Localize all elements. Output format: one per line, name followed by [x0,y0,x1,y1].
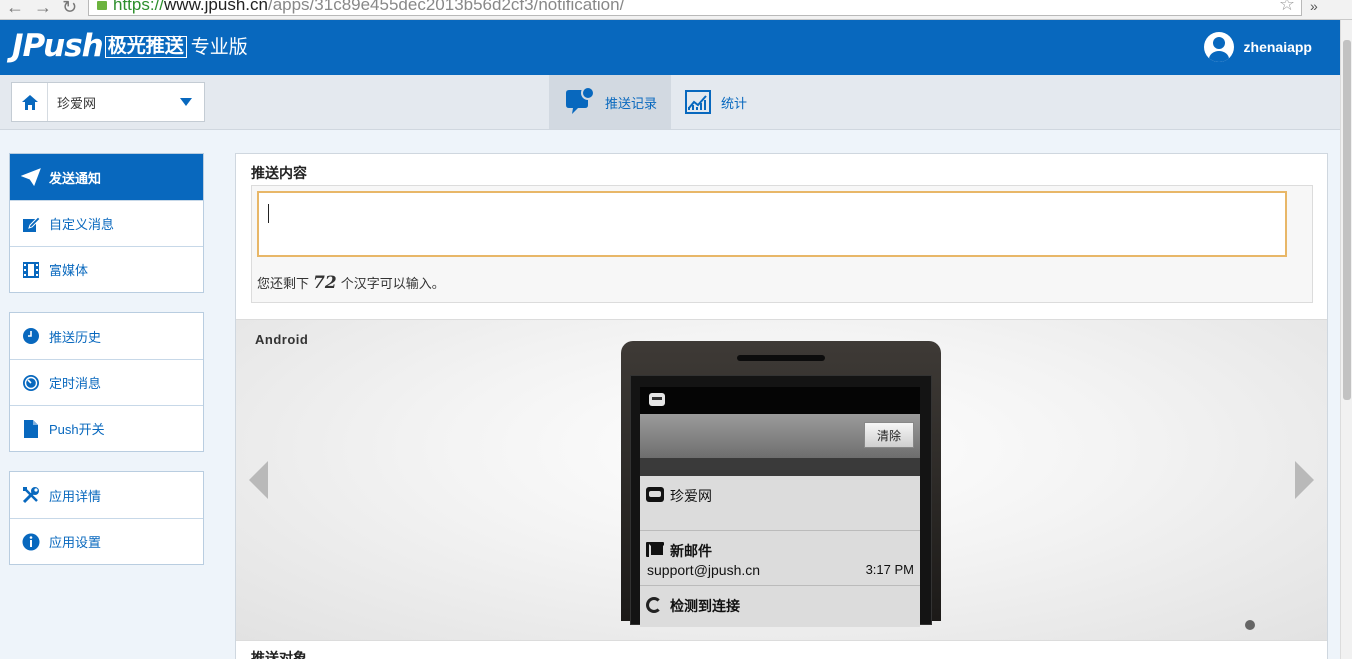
edit-icon [21,214,41,234]
message-icon [649,393,665,406]
platform-label: Android [255,332,309,347]
sidebar-group-send: 发送通知 自定义消息 富媒体 [9,153,204,293]
chat-bubble-icon [566,87,595,114]
phone-screen: 清除 珍爱网 新邮件 support@jpush.cn 3:17 PM 检测到连… [640,387,920,627]
phone-status-bar [640,387,920,414]
notification-title: 检测到连接 [670,598,740,614]
chevron-down-icon[interactable] [180,98,192,106]
sidebar-item-app-details[interactable]: 应用详情 [10,472,203,518]
notification-title: 珍爱网 [670,488,712,504]
sidebar-item-push-history[interactable]: 推送历史 [10,313,203,359]
carousel-dot[interactable] [1245,620,1255,630]
sidebar-item-label: 应用设置 [49,535,102,550]
paper-plane-icon [21,167,41,187]
sidebar-item-label: Push开关 [49,422,105,437]
tools-icon [21,485,41,505]
app-name: 珍爱网 [57,95,97,111]
text-cursor [268,204,269,223]
page-scrollbar[interactable] [1340,20,1352,659]
notification-item: 检测到连接 [640,586,920,627]
clock-icon [21,326,41,346]
sidebar-item-app-settings[interactable]: 应用设置 [10,518,203,564]
reload-icon[interactable]: ↻ [62,0,77,18]
user-menu[interactable]: zhenaiapp [1203,32,1312,62]
next-arrow-icon[interactable] [1295,461,1314,499]
app-selector[interactable]: 珍爱网 [11,82,205,122]
jpush-logo[interactable]: JPush 极光推送 专业版 [12,28,248,64]
mail-icon [646,542,665,557]
clear-button[interactable]: 清除 [864,422,914,448]
top-tabs: 推送记录 统计 [549,75,761,129]
content-section-title: 推送内容 [251,165,307,181]
preview-area: Android 清除 珍爱网 新邮件 support@jpush.cn 3:17… [236,319,1327,641]
char-counter: 您还剩下 72 个汉字可以输入。 [257,273,445,293]
home-icon[interactable] [12,83,48,121]
notification-title: 新邮件 [670,543,712,559]
forward-icon[interactable]: → [34,0,52,18]
tab-label: 推送记录 [605,95,658,111]
address-bar[interactable]: https://www.jpush.cn/apps/31c89e455dec20… [88,0,1302,16]
username: zhenaiapp [1243,39,1312,55]
sidebar-group-history: 推送历史 定时消息 Push开关 [9,312,204,452]
timer-icon [21,373,41,393]
target-section-title: 推送对象 [251,650,307,659]
sidebar-item-send-notification[interactable]: 发送通知 [10,154,203,200]
app-header: JPush 极光推送 专业版 zhenaiapp [0,20,1340,75]
sidebar-item-label: 自定义消息 [49,217,115,232]
sidebar-item-custom-message[interactable]: 自定义消息 [10,200,203,246]
scrollbar-thumb[interactable] [1343,40,1351,400]
notification-item: 新邮件 support@jpush.cn 3:17 PM [640,531,920,586]
avatar-icon [1203,32,1234,62]
sidebar-item-label: 定时消息 [49,376,102,391]
info-icon [21,532,41,552]
sidebar-item-scheduled-message[interactable]: 定时消息 [10,359,203,405]
film-icon [21,260,41,280]
app-toolbar: 珍爱网 推送记录 统计 [0,75,1340,130]
notification-time: 3:17 PM [865,562,914,577]
tab-statistics[interactable]: 统计 [671,75,761,129]
phone-mockup: 清除 珍爱网 新邮件 support@jpush.cn 3:17 PM 检测到连… [621,341,941,627]
content-box: 您还剩下 72 个汉字可以输入。 [251,185,1313,303]
document-icon [21,419,41,439]
sidebar-item-label: 发送通知 [49,170,102,186]
chart-icon [685,90,712,114]
notification-item: 珍爱网 [640,476,920,531]
message-input[interactable] [257,191,1287,257]
notification-panel: 推送内容 您还剩下 72 个汉字可以输入。 Android 清除 珍爱网 新邮件… [235,153,1328,659]
sidebar-item-push-switch[interactable]: Push开关 [10,405,203,451]
lock-icon [97,1,107,10]
address-url: https://www.jpush.cn/apps/31c89e455dec20… [113,0,625,14]
browser-menu-icon[interactable]: » [1310,0,1318,14]
prev-arrow-icon[interactable] [249,461,268,499]
remaining-count: 72 [313,273,337,293]
phone-speaker [737,355,825,361]
notification-sender: support@jpush.cn [647,562,761,578]
divider [640,458,920,476]
browser-toolbar: ← → ↻ https://www.jpush.cn/apps/31c89e45… [0,0,1352,20]
notification-header: 清除 [640,414,920,458]
chat-icon [646,487,664,502]
tab-push-records[interactable]: 推送记录 [549,75,672,129]
sidebar-group-app: 应用详情 应用设置 [9,471,204,565]
sidebar-item-label: 应用详情 [49,488,102,504]
tab-label: 统计 [721,95,748,111]
bookmark-star-icon[interactable]: ☆ [1279,0,1295,15]
sidebar-item-label: 富媒体 [49,263,89,278]
edition-label: 专业版 [190,37,248,58]
sidebar-item-rich-media[interactable]: 富媒体 [10,246,203,292]
sync-icon [646,597,662,613]
sidebar-item-label: 推送历史 [49,329,102,345]
back-icon[interactable]: ← [6,0,24,18]
